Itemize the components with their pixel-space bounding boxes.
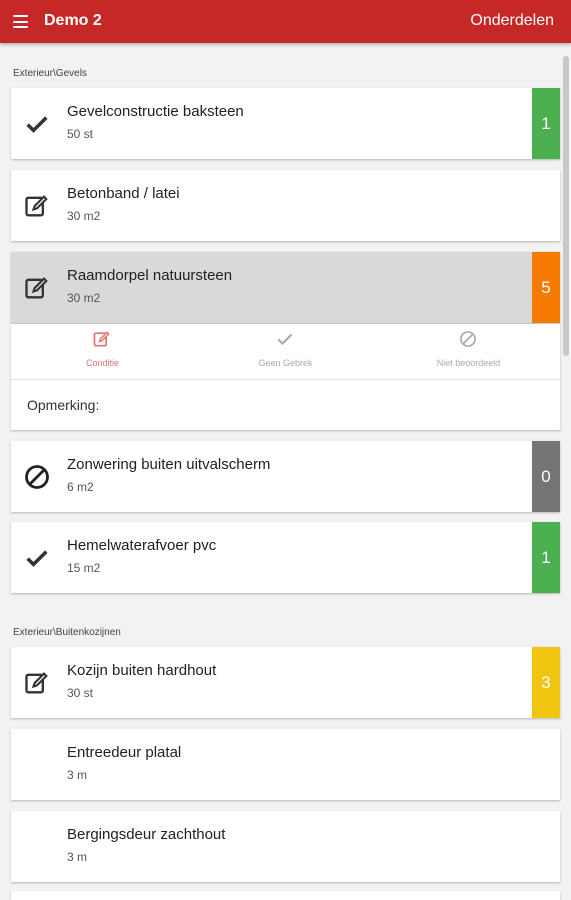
item-name: Zonwering buiten uitvalscherm bbox=[67, 456, 271, 473]
no-defect-label: Geen Gebrek bbox=[258, 358, 313, 368]
no-defect-option[interactable]: Geen Gebrek bbox=[194, 324, 377, 379]
item-quantity: 30 m2 bbox=[67, 209, 101, 223]
no-entry-icon bbox=[25, 465, 49, 489]
item-name: Kozijn buiten hardhout bbox=[67, 662, 217, 679]
app-bar: Demo 2 Onderdelen bbox=[0, 0, 571, 43]
edit-icon bbox=[25, 672, 48, 694]
list-item[interactable]: Kozijn buiten hardhout 30 st 3 bbox=[11, 647, 560, 718]
item-quantity: 3 m bbox=[67, 850, 88, 864]
remark-field[interactable]: Opmerking: bbox=[27, 397, 99, 413]
condition-label: Conditie bbox=[85, 358, 120, 368]
count-badge: 1 bbox=[532, 88, 560, 159]
section-header-gevels: Exterieur\Gevels bbox=[13, 68, 87, 79]
scrollbar[interactable] bbox=[563, 56, 569, 356]
item-name: Hemelwaterafvoer pvc bbox=[67, 537, 217, 554]
list-item[interactable]: Betonband / latei 30 m2 bbox=[11, 170, 560, 241]
check-icon bbox=[26, 116, 48, 133]
count-badge: 3 bbox=[532, 647, 560, 718]
item-name: Entreedeur platal bbox=[67, 744, 182, 761]
page-title: Demo 2 bbox=[44, 12, 102, 29]
list-item[interactable]: Entreedeur platal 3 m bbox=[11, 729, 560, 800]
check-icon bbox=[277, 333, 293, 346]
divider bbox=[11, 379, 560, 380]
list-item[interactable]: Hemelwaterafvoer pvc 15 m2 1 bbox=[11, 522, 560, 593]
list-item[interactable]: Zonwering buiten uitvalscherm 6 m2 0 bbox=[11, 441, 560, 512]
not-assessed-option[interactable]: Niet beoordeeld bbox=[377, 324, 560, 379]
item-quantity: 3 m bbox=[67, 768, 88, 782]
list-item[interactable]: Gevelconstructie baksteen 50 st 1 bbox=[11, 88, 560, 159]
list-item[interactable] bbox=[11, 891, 560, 900]
onderdelen-button[interactable]: Onderdelen bbox=[470, 12, 554, 30]
item-quantity: 6 m2 bbox=[67, 480, 94, 494]
item-name: Bergingsdeur zachthout bbox=[67, 826, 226, 843]
edit-icon bbox=[93, 331, 110, 347]
not-assessed-label: Niet beoordeeld bbox=[436, 358, 501, 368]
item-name: Betonband / latei bbox=[67, 185, 180, 202]
item-quantity: 50 st bbox=[67, 127, 94, 141]
item-quantity: 30 m2 bbox=[67, 291, 101, 305]
section-header-buitenkozijnen: Exterieur\Buitenkozijnen bbox=[13, 627, 121, 638]
count-badge: 0 bbox=[532, 441, 560, 512]
menu-icon[interactable] bbox=[13, 15, 28, 28]
item-quantity: 15 m2 bbox=[67, 561, 101, 575]
edit-icon bbox=[25, 277, 48, 299]
list-item-selected[interactable]: Raamdorpel natuursteen 30 m2 5 bbox=[11, 252, 560, 323]
condition-option[interactable]: Conditie bbox=[11, 324, 194, 379]
content-list[interactable]: Exterieur\Gevels Gevelconstructie bakste… bbox=[0, 43, 571, 900]
check-icon bbox=[26, 550, 48, 567]
list-item[interactable]: Bergingsdeur zachthout 3 m bbox=[11, 811, 560, 882]
count-badge: 1 bbox=[532, 522, 560, 593]
item-quantity: 30 st bbox=[67, 686, 94, 700]
item-name: Gevelconstructie baksteen bbox=[67, 103, 244, 120]
count-badge: 5 bbox=[532, 252, 560, 323]
edit-icon bbox=[25, 195, 48, 217]
no-entry-icon bbox=[460, 331, 476, 347]
item-detail-panel: Conditie Geen Gebrek Niet beoordeeld Opm… bbox=[11, 324, 560, 430]
item-name: Raamdorpel natuursteen bbox=[67, 267, 233, 284]
